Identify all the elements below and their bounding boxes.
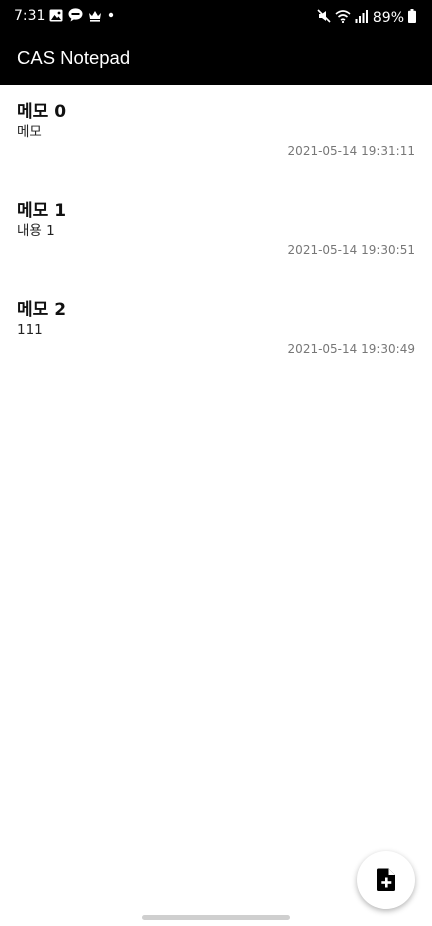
signal-icon [355,8,368,27]
status-bar: 7:31 89% [0,0,432,33]
add-note-icon [376,868,396,892]
gallery-icon [49,9,63,22]
notification-icons [49,8,115,22]
memo-content: 내용 1 [17,223,55,239]
memo-date: 2021-05-14 19:30:49 [287,342,415,356]
system-status: 89% [317,8,416,27]
memo-title: 메모 2 [17,300,67,320]
home-indicator[interactable] [142,915,290,920]
dot-icon [107,11,115,19]
add-memo-button[interactable] [357,851,415,909]
crown-icon [88,9,102,22]
battery-percentage: 89% [372,9,404,26]
battery-icon [408,8,416,27]
memo-list: 메모 0 메모 2021-05-14 19:31:11 메모 1 내용 1 20… [0,85,432,382]
memo-title: 메모 0 [17,102,67,122]
memo-title: 메모 1 [17,201,67,221]
memo-date: 2021-05-14 19:30:51 [287,243,415,257]
memo-item[interactable]: 메모 0 메모 2021-05-14 19:31:11 [0,85,432,184]
wifi-icon [335,8,351,27]
memo-content: 메모 [17,124,42,140]
memo-item[interactable]: 메모 1 내용 1 2021-05-14 19:30:51 [0,184,432,283]
app-bar: CAS Notepad [0,33,432,85]
app-title: CAS Notepad [17,47,131,68]
memo-item[interactable]: 메모 2 111 2021-05-14 19:30:49 [0,283,432,382]
mute-icon [317,8,331,27]
memo-date: 2021-05-14 19:31:11 [287,144,415,158]
status-time: 7:31 [14,8,46,24]
talk-icon [68,8,83,22]
memo-content: 111 [17,322,43,338]
